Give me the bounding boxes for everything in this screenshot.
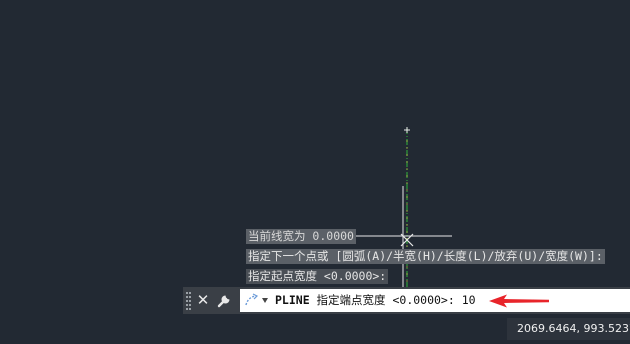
history-line-2: 指定下一个点或 [圆弧(A)/半宽(H)/长度(L)/放弃(U)/宽度(W)]: <box>246 249 605 264</box>
drawing-canvas[interactable]: 当前线宽为 0.0000 指定下一个点或 [圆弧(A)/半宽(H)/长度(L)/… <box>0 0 630 314</box>
command-prompt-text: PLINE 指定端点宽度 <0.0000>: 10 <box>275 289 476 312</box>
drag-handle-icon[interactable] <box>186 292 192 310</box>
canvas-graphics <box>355 127 452 290</box>
status-bar: 2069.6464, 993.5237 <box>0 314 630 344</box>
command-prompt-icon[interactable] <box>244 293 260 309</box>
close-icon[interactable]: ✕ <box>195 290 211 310</box>
command-input-value: 10 <box>461 293 476 307</box>
wrench-icon[interactable] <box>216 291 234 309</box>
chevron-down-icon[interactable] <box>262 298 268 303</box>
command-line-bar: ✕ PLINE 指定端点宽度 <0.0000>: 10 <box>183 287 630 314</box>
coordinate-readout[interactable]: 2069.6464, 993.5237 <box>507 318 630 340</box>
annotation-arrow-icon <box>489 294 549 308</box>
history-line-1: 当前线宽为 0.0000 <box>246 229 356 244</box>
command-prompt: 指定端点宽度 <0.0000>: <box>309 293 462 307</box>
history-line-3: 指定起点宽度 <0.0000>: <box>246 269 389 284</box>
command-input[interactable]: PLINE 指定端点宽度 <0.0000>: 10 <box>240 289 630 312</box>
command-name: PLINE <box>275 293 310 307</box>
